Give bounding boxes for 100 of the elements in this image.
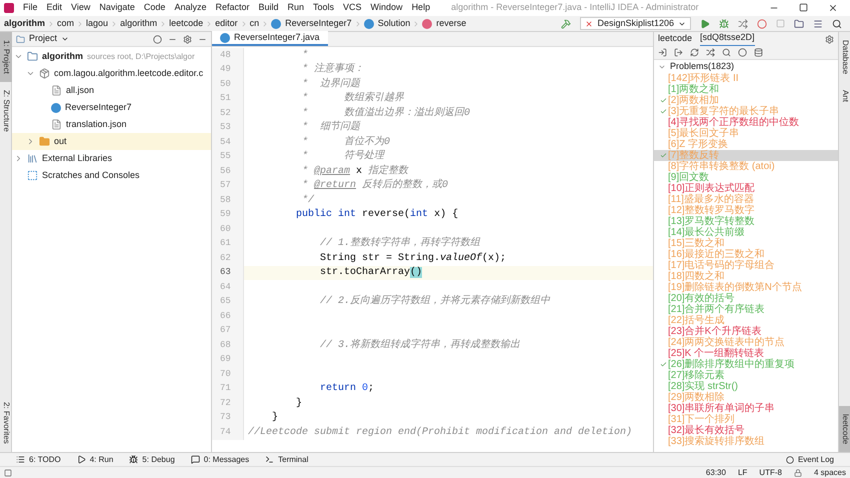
indent-setting[interactable]: 4 spaces	[814, 466, 846, 478]
code-line: * 细节问题	[301, 120, 360, 136]
tool-window-tab[interactable]: Z: Structure	[0, 82, 12, 140]
breadcrumb[interactable]: cn	[250, 16, 260, 30]
tree-item[interactable]: ReverseInteger7	[12, 99, 211, 116]
window-title: algorithm - ReverseInteger7.java - IntelliJ IDEA - Administrator	[451, 1, 699, 14]
tree-item[interactable]: out	[12, 133, 211, 150]
line-number: 61	[212, 236, 244, 251]
menu-item[interactable]: File	[23, 1, 38, 15]
tool-window-button[interactable]: 4: Run	[90, 454, 114, 466]
breadcrumb[interactable]: lagou	[86, 16, 108, 30]
sign-in-icon[interactable]	[658, 48, 667, 57]
tool-window-button[interactable]: 5: Debug	[142, 454, 175, 466]
problem-item[interactable]: [32]最长有效括号	[654, 425, 838, 436]
menu-item[interactable]: View	[71, 1, 90, 15]
refresh-icon[interactable]	[690, 48, 699, 57]
problem-item[interactable]: [4]寻找两个正序数组的中位数	[654, 117, 838, 128]
coverage-icon[interactable]	[738, 18, 748, 28]
code-line: }	[271, 410, 278, 426]
hammer-icon[interactable]	[561, 18, 572, 28]
problem-item[interactable]: [23]合并K个升序链表	[654, 326, 838, 337]
settings-icon[interactable]	[825, 34, 834, 44]
problem-item[interactable]: [25]K 个一组翻转链表	[654, 348, 838, 359]
breadcrumb[interactable]: Solution	[378, 16, 410, 30]
panel-title[interactable]: Project	[29, 32, 58, 46]
restore-icon[interactable]	[799, 3, 808, 12]
line-number: 53	[212, 120, 244, 135]
line-number: 71	[212, 382, 244, 396]
problem-item[interactable]: [10]正则表达式匹配	[654, 183, 838, 194]
circle-icon[interactable]	[738, 48, 747, 57]
sign-out-icon[interactable]	[674, 48, 683, 57]
menu-item[interactable]: Window	[370, 1, 403, 15]
tool-window-button[interactable]: 0: Messages	[204, 454, 250, 466]
shuffle-icon[interactable]	[706, 48, 715, 57]
line-number: 64	[212, 280, 244, 294]
line-number: 49	[212, 62, 244, 77]
database-icon[interactable]	[754, 48, 763, 57]
tree-item[interactable]: com.lagou.algorithm.leetcode.editor.c	[12, 65, 211, 82]
caret-position[interactable]: 63:30	[706, 466, 726, 478]
breadcrumb[interactable]: leetcode	[169, 16, 204, 30]
code-line: public int reverse(int x) {	[295, 208, 458, 222]
breadcrumb[interactable]: ReverseInteger7	[285, 16, 352, 30]
code-line: * 数值溢出边界：溢出则返回0	[301, 106, 470, 120]
line-separator[interactable]: LF	[738, 466, 748, 478]
run-icon[interactable]	[700, 18, 710, 28]
breadcrumb[interactable]: algorithm	[120, 16, 158, 30]
profile-icon[interactable]	[757, 18, 767, 28]
breadcrumb[interactable]: reverse	[436, 16, 466, 30]
lock-icon[interactable]	[794, 468, 802, 476]
layout-icon[interactable]	[813, 18, 823, 28]
tool-window-tab[interactable]: 2: Favorites	[0, 394, 12, 452]
menu-item[interactable]: Run	[288, 1, 304, 15]
problems-root[interactable]: Problems(1823)	[670, 60, 734, 74]
toggle-panels-icon[interactable]	[4, 468, 12, 476]
breadcrumb[interactable]: com	[57, 16, 74, 30]
file-encoding[interactable]: UTF-8	[759, 466, 782, 478]
tool-window-button[interactable]: Terminal	[278, 454, 308, 466]
menu-item[interactable]: VCS	[343, 1, 362, 15]
tree-item[interactable]: Scratches and Consoles	[12, 167, 211, 184]
event-log-icon	[786, 456, 794, 464]
menu-item[interactable]: Analyze	[174, 1, 206, 15]
dropdown-icon[interactable]	[61, 35, 70, 43]
breadcrumb[interactable]: algorithm	[4, 16, 46, 30]
line-number: 63	[212, 266, 244, 280]
line-number: 58	[212, 193, 244, 208]
search-icon[interactable]	[722, 48, 731, 57]
code-line: * 数组索引越界	[301, 91, 404, 106]
message-icon	[190, 455, 200, 464]
tool-window-button[interactable]: 6: TODO	[29, 454, 61, 466]
search-icon[interactable]	[832, 18, 842, 28]
code-line: // 2.反向遍历字符数组，并将元素存储到新数组中	[319, 294, 550, 310]
menu-item[interactable]: Navigate	[99, 1, 135, 15]
close-icon[interactable]	[828, 3, 838, 13]
scratch-icon	[27, 170, 38, 181]
panel-tab[interactable]: leetcode	[658, 32, 692, 46]
menu-item[interactable]: Tools	[313, 1, 334, 15]
tree-item[interactable]: algorithm sources root, D:\Projects\algor	[12, 48, 211, 65]
tree-item[interactable]: all.json	[12, 82, 211, 99]
line-number: 73	[212, 410, 244, 425]
run-config-dropdown[interactable]: DesignSkiplist1206	[580, 17, 691, 30]
menu-item[interactable]: Refactor	[215, 1, 250, 15]
breadcrumb[interactable]: editor	[215, 16, 238, 30]
menu-item[interactable]: Build	[258, 1, 278, 15]
menu-item[interactable]: Code	[144, 1, 166, 15]
tool-window-tab[interactable]: Database	[839, 32, 850, 82]
menu-item[interactable]: Edit	[46, 1, 62, 15]
settings-icon[interactable]	[183, 34, 192, 44]
line-number: 68	[212, 338, 244, 352]
tree-item[interactable]: translation.json	[12, 116, 211, 133]
tool-window-tab[interactable]: Ant	[839, 82, 850, 110]
locate-icon[interactable]	[153, 34, 162, 44]
project-structure-icon[interactable]	[794, 18, 804, 28]
problem-item[interactable]: [30]串联所有单词的子串	[654, 403, 838, 414]
tree-item[interactable]: External Libraries	[12, 150, 211, 167]
debug-icon[interactable]	[719, 18, 729, 28]
tool-window-tab[interactable]: leetcode	[839, 406, 850, 452]
tool-window-tab[interactable]: 1: Project	[0, 32, 12, 82]
menu-item[interactable]: Help	[412, 1, 430, 15]
event-log-button[interactable]: Event Log	[798, 454, 834, 466]
editor-tab[interactable]: ReverseInteger7.java	[212, 31, 328, 46]
